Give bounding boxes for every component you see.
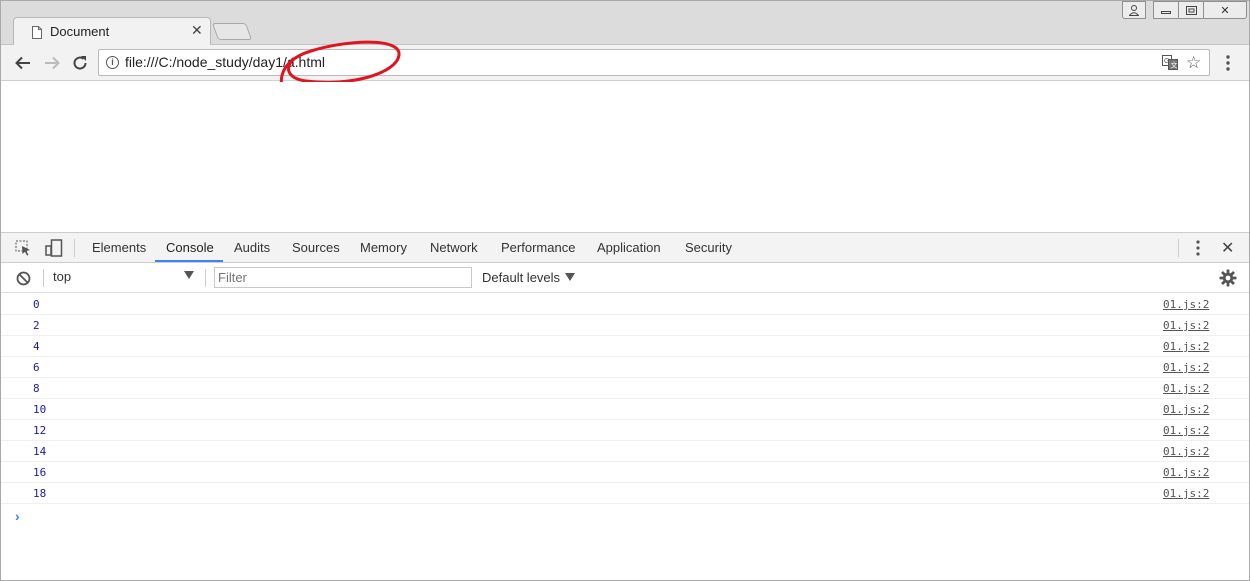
tab-network[interactable]: Network bbox=[430, 240, 478, 255]
log-row: 2 01.js:2 bbox=[1, 315, 1249, 336]
profile-button[interactable] bbox=[1122, 1, 1146, 19]
user-icon bbox=[1129, 4, 1139, 16]
address-bar[interactable]: i file:///C:/node_study/day1/a.html G 文 … bbox=[98, 49, 1210, 76]
browser-window: Document ✕ ✕ i file:///C:/node_study/day… bbox=[0, 0, 1250, 581]
reload-icon bbox=[73, 56, 87, 70]
log-value: 16 bbox=[33, 466, 47, 479]
close-icon: ✕ bbox=[1220, 4, 1230, 17]
info-icon[interactable]: i bbox=[106, 56, 119, 69]
context-selector[interactable]: top bbox=[53, 269, 197, 287]
log-source-link[interactable]: 01.js:2 bbox=[1163, 424, 1209, 437]
svg-text:文: 文 bbox=[1171, 61, 1178, 70]
log-source-link[interactable]: 01.js:2 bbox=[1163, 466, 1209, 479]
log-source-link[interactable]: 01.js:2 bbox=[1163, 340, 1209, 353]
restore-icon bbox=[1185, 5, 1197, 15]
tab-performance[interactable]: Performance bbox=[501, 240, 575, 255]
log-value: 6 bbox=[33, 361, 40, 374]
log-row: 10 01.js:2 bbox=[1, 399, 1249, 420]
tab-title: Document bbox=[50, 24, 110, 39]
tab-strip: Document ✕ ✕ bbox=[1, 1, 1249, 46]
new-tab-button[interactable] bbox=[211, 23, 253, 40]
tab-application[interactable]: Application bbox=[597, 240, 661, 255]
active-tab-indicator bbox=[155, 260, 223, 262]
console-filter-bar: top Default levels bbox=[1, 263, 1249, 293]
tab-elements[interactable]: Elements bbox=[92, 240, 146, 255]
translate-icon[interactable]: G 文 bbox=[1162, 55, 1178, 70]
minimize-button[interactable] bbox=[1153, 1, 1179, 19]
log-row: 12 01.js:2 bbox=[1, 420, 1249, 441]
log-levels-dropdown[interactable]: Default levels bbox=[482, 270, 560, 285]
log-value: 18 bbox=[33, 487, 47, 500]
devtools-menu-icon[interactable] bbox=[1190, 239, 1206, 257]
tab-console[interactable]: Console bbox=[166, 240, 214, 255]
separator bbox=[74, 239, 75, 257]
log-row: 0 01.js:2 bbox=[1, 294, 1249, 315]
log-value: 12 bbox=[33, 424, 47, 437]
log-row: 14 01.js:2 bbox=[1, 441, 1249, 462]
gear-icon[interactable] bbox=[1219, 269, 1237, 287]
forward-button[interactable] bbox=[42, 53, 62, 73]
browser-menu-icon[interactable] bbox=[1220, 53, 1236, 73]
forward-arrow-icon bbox=[45, 56, 60, 70]
chevron-down-icon[interactable] bbox=[565, 273, 575, 281]
maximize-button[interactable] bbox=[1178, 1, 1204, 19]
tab-sources[interactable]: Sources bbox=[292, 240, 340, 255]
log-value: 8 bbox=[33, 382, 40, 395]
device-toolbar-icon[interactable] bbox=[45, 239, 63, 257]
console-output[interactable]: 0 01.js:2 2 01.js:2 4 01.js:2 6 01.js:2 … bbox=[1, 294, 1249, 580]
devtools-panel: Elements Console Audits Sources Memory N… bbox=[1, 232, 1249, 580]
bookmark-star-icon[interactable]: ☆ bbox=[1186, 53, 1201, 73]
log-row: 6 01.js:2 bbox=[1, 357, 1249, 378]
log-source-link[interactable]: 01.js:2 bbox=[1163, 382, 1209, 395]
separator bbox=[205, 269, 206, 287]
tab-audits[interactable]: Audits bbox=[234, 240, 270, 255]
url-text[interactable]: file:///C:/node_study/day1/a.html bbox=[125, 54, 325, 70]
reload-button[interactable] bbox=[70, 53, 90, 73]
log-source-link[interactable]: 01.js:2 bbox=[1163, 298, 1209, 311]
inspect-element-icon[interactable] bbox=[15, 240, 31, 256]
back-button[interactable] bbox=[13, 53, 33, 73]
clear-console-icon[interactable] bbox=[16, 271, 31, 286]
svg-text:G: G bbox=[1164, 58, 1169, 65]
page-icon bbox=[32, 26, 42, 39]
log-row: 18 01.js:2 bbox=[1, 483, 1249, 504]
log-source-link[interactable]: 01.js:2 bbox=[1163, 403, 1209, 416]
log-row: 8 01.js:2 bbox=[1, 378, 1249, 399]
tab-close-icon[interactable]: ✕ bbox=[191, 22, 203, 39]
browser-toolbar: i file:///C:/node_study/day1/a.html G 文 … bbox=[1, 45, 1249, 81]
log-source-link[interactable]: 01.js:2 bbox=[1163, 445, 1209, 458]
console-prompt[interactable]: › bbox=[15, 508, 20, 524]
close-devtools-icon[interactable]: ✕ bbox=[1221, 238, 1234, 258]
log-source-link[interactable]: 01.js:2 bbox=[1163, 361, 1209, 374]
log-value: 14 bbox=[33, 445, 47, 458]
page-viewport[interactable] bbox=[1, 82, 1249, 232]
filter-input[interactable] bbox=[214, 267, 472, 288]
log-value: 0 bbox=[33, 298, 40, 311]
close-window-button[interactable]: ✕ bbox=[1203, 1, 1247, 19]
log-source-link[interactable]: 01.js:2 bbox=[1163, 319, 1209, 332]
log-value: 2 bbox=[33, 319, 40, 332]
tab-memory[interactable]: Memory bbox=[360, 240, 407, 255]
minimize-icon bbox=[1161, 11, 1171, 14]
log-value: 10 bbox=[33, 403, 47, 416]
log-value: 4 bbox=[33, 340, 40, 353]
log-row: 4 01.js:2 bbox=[1, 336, 1249, 357]
tab-security[interactable]: Security bbox=[685, 240, 732, 255]
back-arrow-icon bbox=[15, 56, 30, 70]
devtools-tab-bar: Elements Console Audits Sources Memory N… bbox=[1, 233, 1249, 263]
tab-document[interactable]: Document ✕ bbox=[13, 17, 211, 46]
separator bbox=[1178, 239, 1179, 257]
log-row: 16 01.js:2 bbox=[1, 462, 1249, 483]
log-source-link[interactable]: 01.js:2 bbox=[1163, 487, 1209, 500]
separator bbox=[43, 269, 44, 287]
chevron-down-icon[interactable] bbox=[184, 271, 194, 279]
